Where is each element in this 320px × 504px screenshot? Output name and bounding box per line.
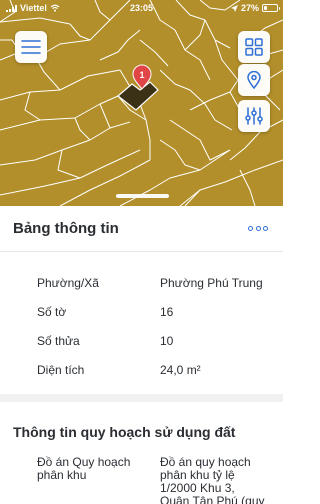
info-key: Phường/Xã	[37, 275, 99, 290]
more-options-button[interactable]	[248, 222, 268, 235]
wifi-icon	[50, 4, 60, 12]
info-table: Phường/Xã Phường Phú Trung Số tờ 16 Số t…	[0, 252, 283, 384]
location-pin-icon	[247, 71, 261, 89]
carrier-name: Viettel	[20, 3, 47, 13]
location-arrow-icon	[230, 4, 238, 12]
filter-button[interactable]	[238, 100, 270, 132]
info-key: Diện tích	[37, 362, 85, 377]
planning-key-line: phân khu	[37, 468, 87, 482]
sheet-drag-handle[interactable]	[116, 194, 169, 198]
section-divider	[0, 394, 283, 402]
planning-row: Đồ án Quy hoạch phân khu Đồ án quy hoạch…	[0, 440, 283, 504]
planning-value[interactable]: Đồ án quy hoạch phân khu tỷ lệ 1/2000 Kh…	[160, 456, 268, 504]
marker-label: 1	[139, 70, 144, 80]
sliders-icon	[245, 107, 263, 125]
info-value: 10	[160, 333, 174, 348]
planning-key: Đồ án Quy hoạch phân khu	[0, 456, 160, 504]
info-key: Số tờ	[37, 304, 67, 319]
parcel-marker[interactable]: 1	[131, 64, 153, 95]
grid-icon	[245, 38, 263, 56]
planning-section-title: Thông tin quy hoạch sử dụng đất	[13, 424, 236, 440]
info-row-ward: Phường/Xã Phường Phú Trung	[0, 268, 283, 297]
info-value: 24,0 m²	[160, 362, 201, 377]
more-dots-icon	[248, 226, 253, 231]
signal-icon	[6, 4, 17, 12]
status-bar: Viettel 23:05 27%	[0, 0, 283, 16]
info-row-area: Diện tích 24,0 m²	[0, 355, 283, 384]
menu-button[interactable]	[15, 31, 47, 63]
location-button[interactable]	[238, 64, 270, 96]
battery-icon	[262, 4, 280, 12]
planning-value-line: Quận Tân Phú (quy	[160, 494, 265, 504]
info-panel-title: Bảng thông tin	[13, 220, 119, 237]
info-value: Phường Phú Trung	[160, 275, 263, 290]
layers-button[interactable]	[238, 31, 270, 63]
cadastral-map[interactable]: Viettel 23:05 27% 1	[0, 0, 283, 206]
info-sheet-header: Bảng thông tin	[0, 206, 283, 252]
app-screen: Viettel 23:05 27% 1 Bảng thông tin Phườn…	[0, 0, 283, 504]
map-marker-icon: 1	[132, 64, 152, 90]
info-value: 16	[160, 304, 174, 319]
battery-percent: 27%	[240, 3, 259, 13]
info-key: Số thửa	[37, 333, 80, 348]
info-row-parcel-number: Số thửa 10	[0, 326, 283, 355]
info-row-sheet-number: Số tờ 16	[0, 297, 283, 326]
hamburger-icon	[21, 40, 41, 54]
info-sheet: Bảng thông tin Phường/Xã Phường Phú Trun…	[0, 194, 283, 504]
